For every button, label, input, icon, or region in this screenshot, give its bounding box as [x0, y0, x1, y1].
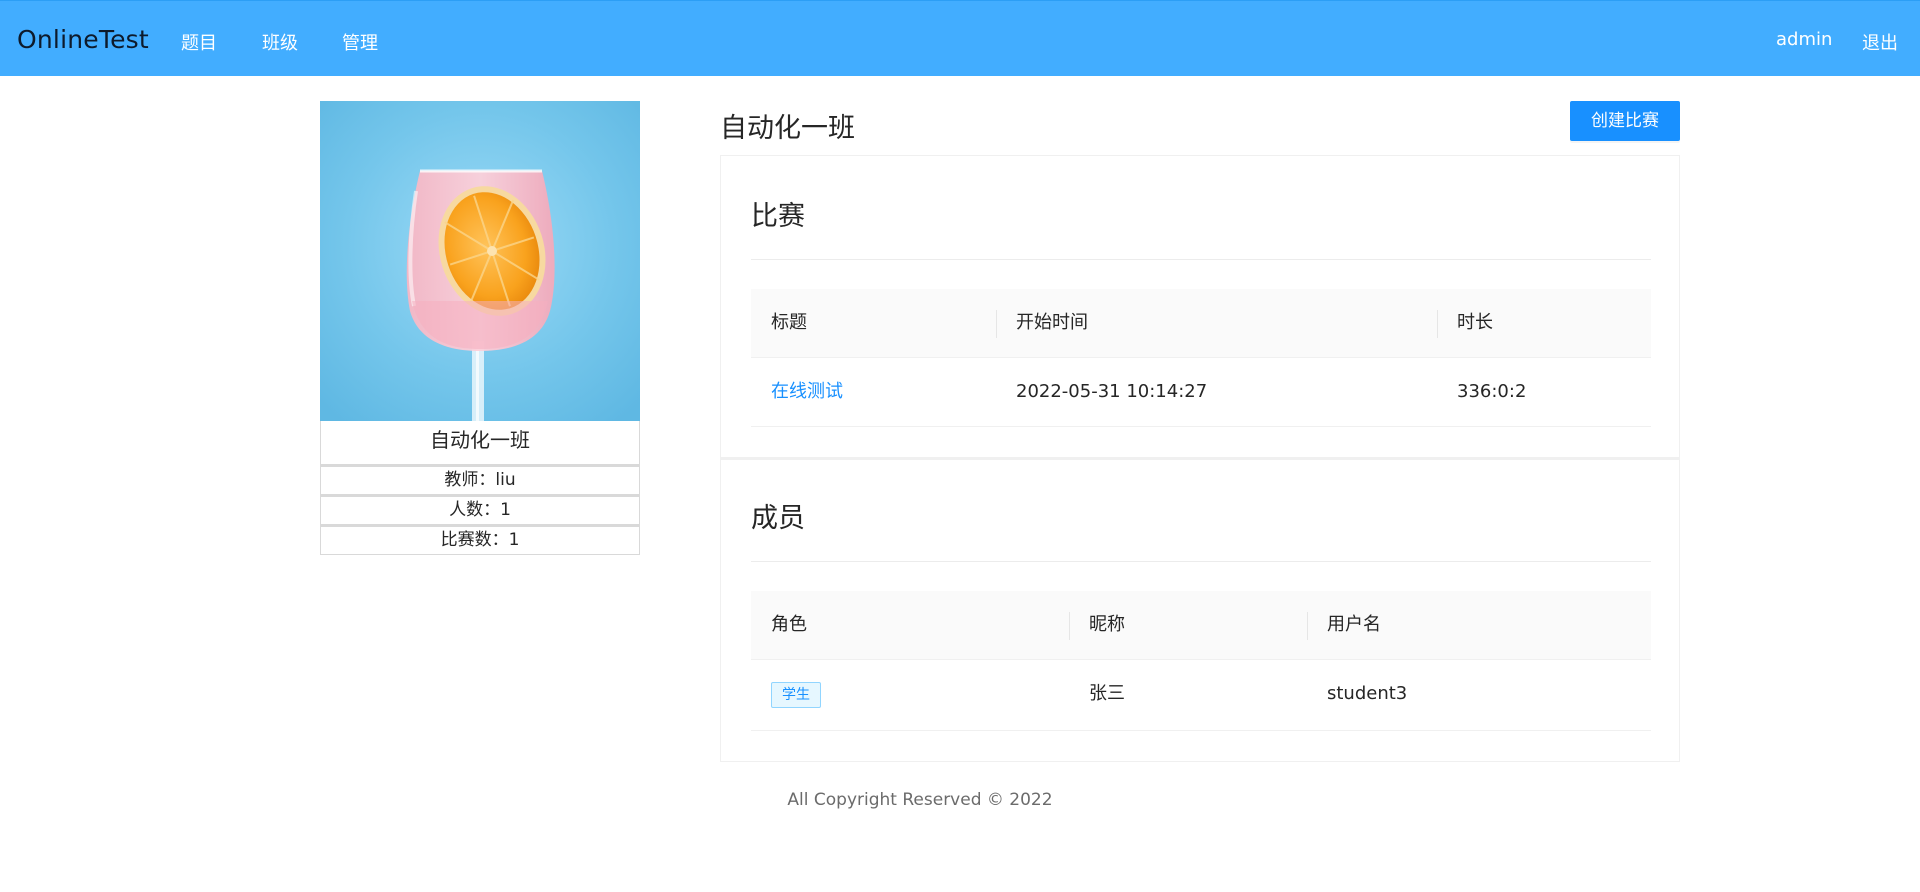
- role-tag: 学生: [771, 682, 821, 708]
- teacher-info: 教师：liu: [320, 465, 640, 495]
- column-header-duration[interactable]: 时长: [1457, 289, 1493, 357]
- column-separator: [1069, 612, 1070, 640]
- teacher-label: 教师：: [444, 470, 496, 490]
- top-nav-bar: OnlineTest 题目 班级 管理 admin 退出: [0, 0, 1920, 76]
- cocktail-glass-illustration: [320, 101, 640, 421]
- member-count-label: 人数：: [449, 500, 501, 520]
- column-header-start-time[interactable]: 开始时间: [1016, 289, 1088, 357]
- table-header: 角色 昵称 用户名: [751, 591, 1651, 660]
- contests-table: 标题 开始时间 时长 在线测试 2022-05-31 10:14:27 336:…: [751, 289, 1651, 427]
- class-card: 自动化一班 教师：liu 人数：1 比赛数：1: [320, 101, 640, 555]
- brand-logo[interactable]: OnlineTest: [17, 25, 149, 54]
- contest-start-time: 2022-05-31 10:14:27: [1016, 381, 1208, 402]
- members-panel: 成员 角色 昵称 用户名 学生 张三 student3: [720, 457, 1680, 762]
- section-divider: [751, 561, 1651, 562]
- page-title: 自动化一班: [720, 113, 855, 144]
- table-header: 标题 开始时间 时长: [751, 289, 1651, 358]
- column-header-title[interactable]: 标题: [771, 289, 807, 357]
- members-section-title: 成员: [751, 503, 805, 534]
- class-name: 自动化一班: [320, 421, 640, 465]
- member-nickname: 张三: [1089, 683, 1125, 704]
- column-header-role[interactable]: 角色: [771, 591, 807, 659]
- members-table: 角色 昵称 用户名 学生 张三 student3: [751, 591, 1651, 731]
- nav-item-classes[interactable]: 班级: [262, 29, 298, 55]
- user-menu[interactable]: admin: [1776, 29, 1832, 50]
- member-count-value: 1: [500, 500, 511, 520]
- member-username: student3: [1327, 683, 1408, 704]
- contest-count-value: 1: [508, 530, 520, 550]
- contest-count-info: 比赛数：1: [320, 525, 640, 555]
- table-row: 学生 张三 student3: [751, 660, 1651, 731]
- contest-duration: 336:0:2: [1457, 381, 1527, 402]
- logout-link[interactable]: 退出: [1862, 29, 1898, 55]
- column-separator: [1307, 612, 1308, 640]
- contest-count-label: 比赛数：: [440, 530, 509, 550]
- column-separator: [996, 310, 997, 338]
- column-header-username[interactable]: 用户名: [1327, 591, 1381, 659]
- footer: All Copyright Reserved © 2022: [0, 790, 1920, 810]
- create-contest-button[interactable]: 创建比赛: [1570, 101, 1680, 141]
- contest-title-link[interactable]: 在线测试: [771, 358, 843, 426]
- teacher-value: liu: [495, 470, 516, 490]
- section-divider: [751, 259, 1651, 260]
- class-cover-image: [320, 101, 640, 421]
- copyright-text: All Copyright Reserved © 2022: [787, 790, 1053, 810]
- column-separator: [1437, 310, 1438, 338]
- table-row: 在线测试 2022-05-31 10:14:27 336:0:2: [751, 358, 1651, 427]
- nav-item-questions[interactable]: 题目: [181, 29, 217, 55]
- contests-section-title: 比赛: [751, 201, 805, 232]
- column-header-nickname[interactable]: 昵称: [1089, 591, 1125, 659]
- member-count-info: 人数：1: [320, 495, 640, 525]
- contests-panel: 比赛 标题 开始时间 时长 在线测试 2022-05-31 10:14:27 3…: [720, 155, 1680, 459]
- nav-item-admin[interactable]: 管理: [342, 29, 378, 55]
